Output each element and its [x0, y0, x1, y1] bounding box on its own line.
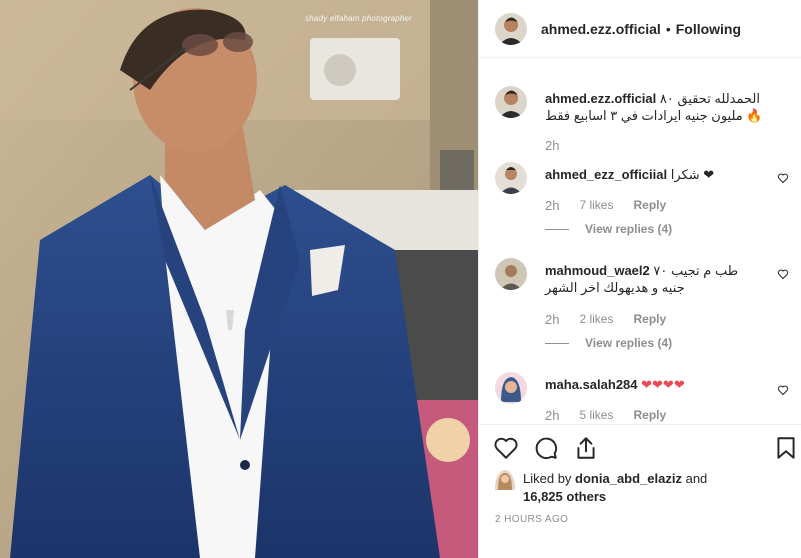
- comment-meta: 2h 7 likes Reply: [545, 198, 666, 213]
- view-replies-label: View replies (4): [585, 222, 673, 236]
- comment-body: mahmoud_wael2 طب م تجيب ٧٠ جنيه و هديهول…: [545, 262, 759, 296]
- comment-likes[interactable]: 2 likes: [579, 312, 613, 327]
- view-replies-button[interactable]: View replies (4): [545, 222, 672, 236]
- comment-username[interactable]: ahmed_ezz_officiial: [545, 167, 667, 182]
- caption-body: ahmed.ezz.official الحمدلله تحقيق ٨٠ ملي…: [545, 90, 785, 124]
- caption-time: 2h: [545, 138, 560, 153]
- reply-button[interactable]: Reply: [633, 312, 666, 327]
- comment-icon[interactable]: [533, 435, 559, 461]
- following-button[interactable]: Following: [676, 21, 741, 37]
- likes-prefix: Liked by: [523, 471, 572, 486]
- comment-likes[interactable]: 5 likes: [579, 408, 613, 423]
- comment-username[interactable]: mahmoud_wael2: [545, 263, 650, 278]
- likes-others[interactable]: 16,825 others: [523, 489, 606, 504]
- author-username[interactable]: ahmed.ezz.official: [541, 21, 661, 37]
- comment-like-icon[interactable]: [777, 384, 789, 396]
- comment-avatar[interactable]: [495, 258, 527, 290]
- comment-likes[interactable]: 7 likes: [579, 198, 613, 213]
- post-photo[interactable]: shady elfaham photographer: [0, 0, 478, 558]
- comment-avatar[interactable]: [495, 372, 527, 404]
- likes-summary: Liked by donia_abd_elaziz and 16,825 oth…: [495, 470, 785, 506]
- comments-list[interactable]: ahmed.ezz.official الحمدلله تحقيق ٨٠ ملي…: [479, 66, 801, 424]
- view-replies-line: [545, 228, 569, 230]
- caption-meta: 2h: [545, 138, 559, 153]
- comment-like-icon[interactable]: [777, 172, 789, 184]
- author-avatar[interactable]: [495, 12, 527, 45]
- header-separator: •: [665, 20, 671, 37]
- photo-credit: shady elfaham photographer: [305, 14, 413, 23]
- action-bar: [479, 424, 801, 470]
- comment-meta: 2h 2 likes Reply: [545, 312, 666, 327]
- view-replies-button[interactable]: View replies (4): [545, 336, 672, 350]
- comment-meta: 2h 5 likes Reply: [545, 408, 666, 423]
- comment-text: ❤❤❤❤: [641, 377, 685, 392]
- liker-username[interactable]: donia_abd_elaziz: [575, 471, 682, 486]
- heart-icon[interactable]: [493, 435, 519, 461]
- reply-button[interactable]: Reply: [633, 198, 666, 213]
- likes-text: Liked by donia_abd_elaziz and 16,825 oth…: [523, 470, 707, 506]
- view-replies-line: [545, 342, 569, 344]
- comment-body: ahmed_ezz_officiial شكرا ❤: [545, 166, 759, 183]
- comment-avatar[interactable]: [495, 162, 527, 194]
- post-image: [0, 0, 478, 558]
- comment-body: maha.salah284 ❤❤❤❤: [545, 376, 759, 393]
- reply-button[interactable]: Reply: [633, 408, 666, 423]
- post-header: ahmed.ezz.official • Following: [479, 0, 801, 58]
- comment-username[interactable]: maha.salah284: [545, 377, 638, 392]
- comment-like-icon[interactable]: [777, 268, 789, 280]
- likes-and: and: [685, 471, 708, 486]
- comment-time: 2h: [545, 312, 560, 327]
- post-details-panel: ahmed.ezz.official • Following ahmed.ezz…: [478, 0, 801, 558]
- comment-time: 2h: [545, 198, 560, 213]
- liker-avatar[interactable]: [495, 470, 515, 506]
- share-icon[interactable]: [573, 435, 599, 461]
- post-timestamp: 2 HOURS AGO: [495, 514, 569, 525]
- view-replies-label: View replies (4): [585, 336, 673, 350]
- comment-time: 2h: [545, 408, 560, 423]
- comment-text: شكرا ❤: [670, 167, 715, 182]
- bookmark-icon[interactable]: [773, 435, 799, 461]
- caption-avatar[interactable]: [495, 86, 527, 118]
- caption-username[interactable]: ahmed.ezz.official: [545, 91, 656, 106]
